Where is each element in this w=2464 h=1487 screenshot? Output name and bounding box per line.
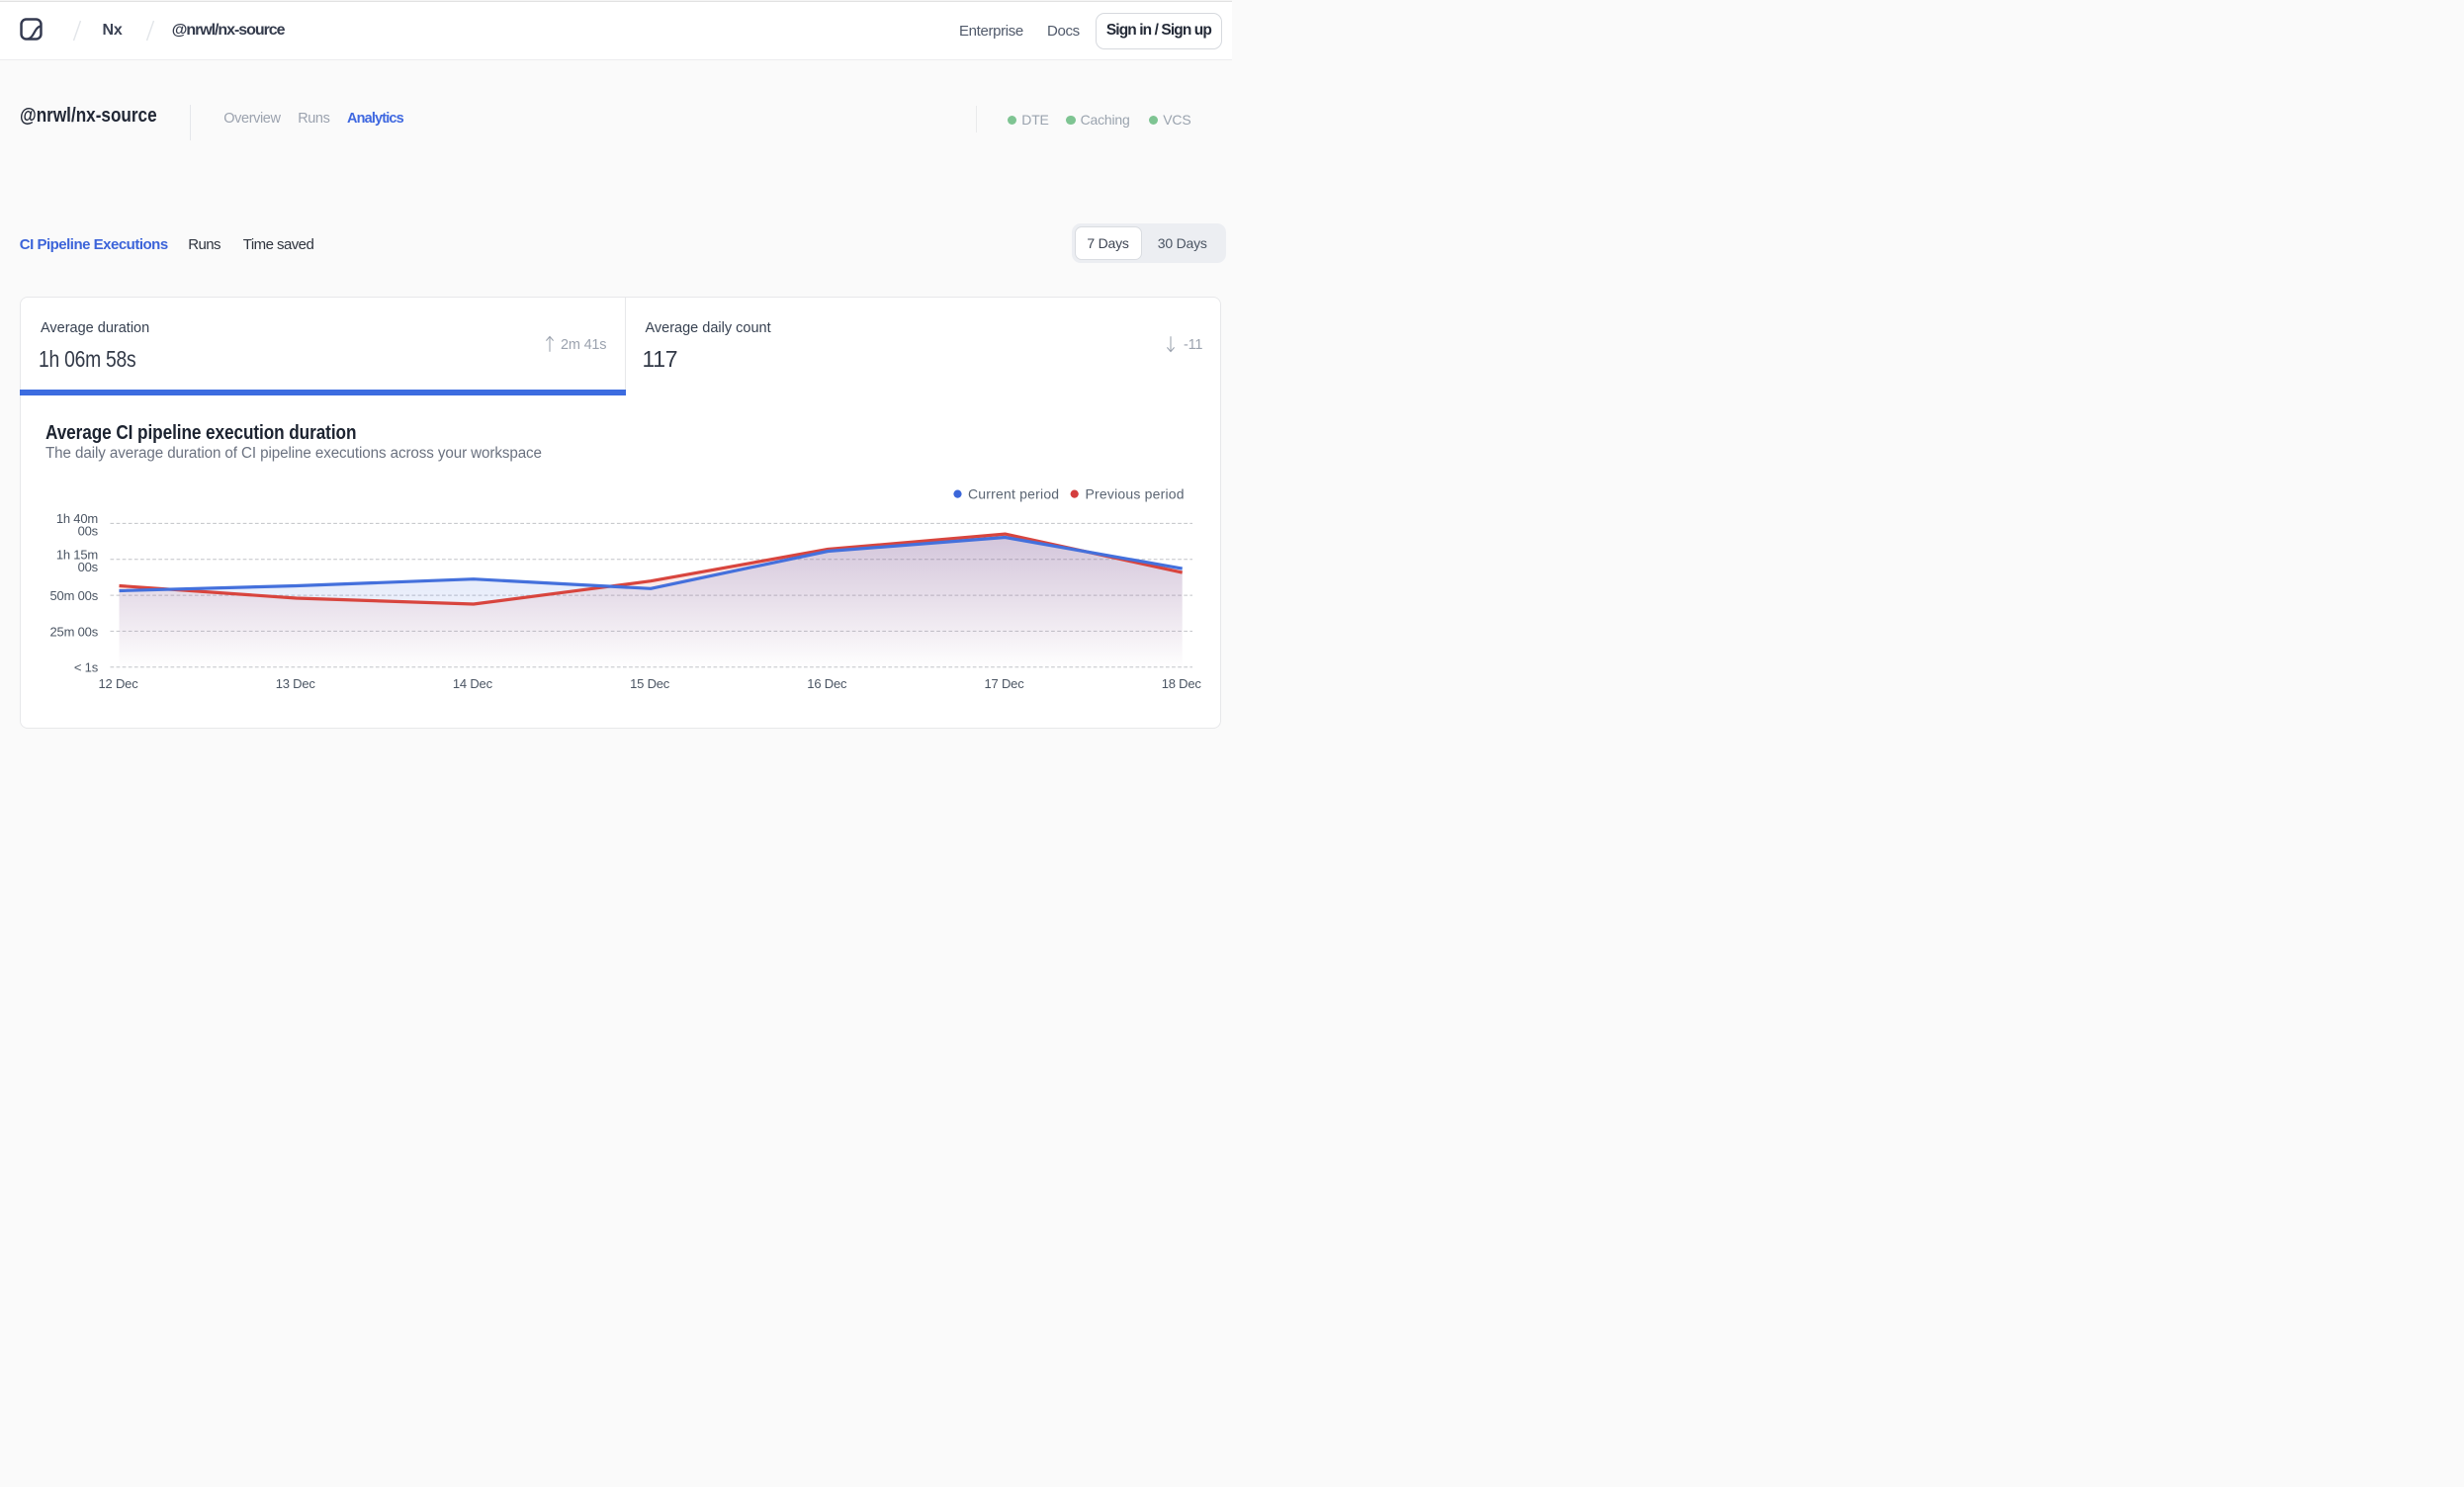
svg-text:Current period: Current period [968, 485, 1059, 501]
svg-text:12 Dec: 12 Dec [99, 676, 139, 691]
svg-text:14 Dec: 14 Dec [453, 676, 493, 691]
svg-text:50m 00s: 50m 00s [50, 588, 99, 603]
svg-text:13 Dec: 13 Dec [276, 676, 316, 691]
svg-text:00s: 00s [78, 524, 99, 539]
svg-text:17 Dec: 17 Dec [985, 676, 1025, 691]
svg-text:00s: 00s [78, 560, 99, 574]
svg-text:< 1s: < 1s [74, 660, 99, 675]
svg-text:15 Dec: 15 Dec [630, 676, 670, 691]
svg-text:16 Dec: 16 Dec [807, 676, 847, 691]
svg-text:25m 00s: 25m 00s [50, 624, 99, 639]
svg-text:18 Dec: 18 Dec [1162, 676, 1202, 691]
svg-text:Previous period: Previous period [1086, 485, 1185, 501]
